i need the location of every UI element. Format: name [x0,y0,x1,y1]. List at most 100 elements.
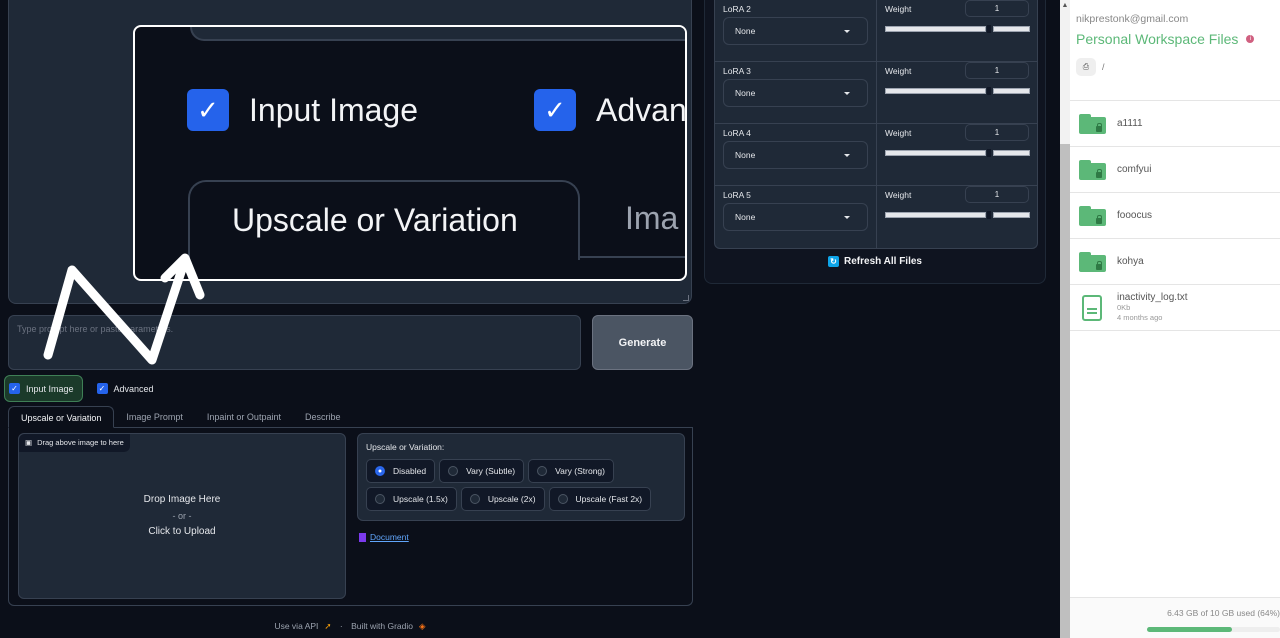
radio-dot [469,494,480,504]
weight-input[interactable]: 1 [965,186,1029,203]
lora-weight-cell: Weight 1 [877,62,1037,123]
callout-prompt-edge [190,27,685,41]
tab-upscale-or-variation[interactable]: Upscale or Variation [8,406,115,428]
callout-tab-active: Upscale or Variation [188,180,580,260]
radio-vary-subtle[interactable]: Vary (Subtle) [439,459,525,483]
weight-input[interactable]: 1 [965,62,1029,79]
fooocus-app: Type prompt here or paste parameters. Ge… [0,0,700,638]
file-meta: inactivity_log.txt 0Kb 4 months ago [1117,292,1188,323]
upscale-variation-group: Upscale or Variation: Disabled Vary (Sub… [357,433,685,521]
radio-dot [375,466,385,476]
radio-upscale-1-5x[interactable]: Upscale (1.5x) [366,487,457,511]
file-list: a1111 comfyui fooocus kohya inactivity_l… [1070,100,1280,331]
weight-input[interactable]: 1 [965,0,1029,17]
image-upload-dropzone[interactable]: ▣ Drag above image to here Drop Image He… [18,433,346,599]
input-image-checkbox[interactable]: ✓ Input Image [4,375,83,402]
radio-label: Upscale (1.5x) [393,494,448,504]
info-icon[interactable]: i [1246,35,1255,43]
lora-label: LoRA 4 [723,128,751,138]
radio-label: Disabled [393,466,427,476]
weight-slider[interactable] [885,211,1030,219]
radio-vary-strong[interactable]: Vary (Strong) [528,459,614,483]
radio-disabled[interactable]: Disabled [366,459,436,483]
item-name: comfyui [1117,164,1152,175]
refresh-all-files-button[interactable]: ↻ Refresh All Files [705,256,1045,267]
chevron-down-icon [844,216,850,219]
lora-model-cell: LoRA 3 None [715,62,877,123]
radio-label: Vary (Strong) [555,466,605,476]
lora-label: LoRA 2 [723,4,751,14]
rocket-icon: ➚ [324,621,332,631]
lora-model-cell: LoRA 5 None [715,186,877,248]
slider-track [993,150,1030,156]
use-via-api-link[interactable]: Use via API [274,621,318,631]
lora-panel: LoRA 2 None Weight 1 LoRA 3 None Weight [704,0,1046,284]
item-name: fooocus [1117,210,1153,221]
scrollbar[interactable]: ▲ [1060,0,1070,638]
slider-fill [885,212,987,218]
radio-label: Vary (Subtle) [466,466,516,476]
callout-advanced-checkbox: ✓ Advan [534,89,685,131]
folder-item[interactable]: a1111 [1070,101,1280,147]
slider-thumb[interactable] [987,87,992,95]
slider-track [993,212,1030,218]
prompt-input[interactable]: Type prompt here or paste parameters. [8,315,581,370]
locked-folder-icon [1079,159,1106,180]
radio-upscale-2x[interactable]: Upscale (2x) [460,487,545,511]
check-icon: ✓ [9,383,20,394]
callout-label: Input Image [249,91,418,128]
slider-thumb[interactable] [987,149,992,157]
weight-slider[interactable] [885,87,1030,95]
file-item[interactable]: inactivity_log.txt 0Kb 4 months ago [1070,285,1280,331]
checkbox-label: Input Image [26,383,74,394]
chevron-down-icon [844,30,850,33]
tab-inpaint-or-outpaint[interactable]: Inpaint or Outpaint [195,406,293,427]
radio-dot [557,494,568,504]
folder-item[interactable]: kohya [1070,239,1280,285]
workspace-title-text: Personal Workspace Files [1076,31,1239,47]
slider-track [993,26,1030,32]
generate-button[interactable]: Generate [592,315,693,370]
lora-model-dropdown[interactable]: None [723,203,868,231]
lora-table: LoRA 2 None Weight 1 LoRA 3 None Weight [714,0,1038,249]
text-file-icon [1082,294,1102,321]
folder-item[interactable]: comfyui [1070,147,1280,193]
slider-thumb[interactable] [987,25,992,33]
scroll-up-icon[interactable]: ▲ [1060,0,1070,12]
weight-slider[interactable] [885,25,1030,33]
lora-model-dropdown[interactable]: None [723,141,868,169]
callout-input-image-checkbox: ✓ Input Image [187,89,418,131]
lora-model-dropdown[interactable]: None [723,17,868,45]
path-breadcrumb: ⎙ / [1076,58,1105,76]
gradio-logo-icon: ◈ [419,621,426,631]
lora-row: LoRA 2 None Weight 1 [715,0,1037,62]
lora-model-value: None [735,26,756,36]
tab-describe[interactable]: Describe [293,406,353,427]
radio-label: Upscale (Fast 2x) [575,494,643,504]
weight-input[interactable]: 1 [965,124,1029,141]
check-icon: ✓ [96,383,108,394]
refresh-label: Refresh All Files [844,256,922,267]
folder-item[interactable]: fooocus [1070,193,1280,239]
weight-slider[interactable] [885,149,1030,157]
radio-upscale-fast-2x[interactable]: Upscale (Fast 2x) [548,487,652,511]
file-modified: 4 months ago [1117,313,1163,322]
check-icon: ✓ [187,89,229,131]
option-checkboxes: ✓ Input Image ✓ Advanced [4,375,162,402]
built-with-gradio-link[interactable]: Built with Gradio [351,621,413,631]
tab-image-prompt[interactable]: Image Prompt [114,406,195,427]
book-icon [359,532,366,542]
lora-weight-cell: Weight 1 [877,124,1037,185]
footer: Use via API ➚ · Built with Gradio ◈ [0,614,700,638]
input-tabs: Upscale or Variation Image Prompt Inpain… [8,406,693,428]
advanced-checkbox[interactable]: ✓ Advanced [93,375,162,402]
callout-tab-line [580,256,685,258]
slider-fill [885,150,987,156]
drive-icon[interactable]: ⎙ [1076,58,1096,76]
slider-thumb[interactable] [987,211,992,219]
chevron-down-icon [844,154,850,157]
document-link[interactable]: Document [359,532,409,542]
lora-model-dropdown[interactable]: None [723,79,868,107]
checkbox-label: Advanced [113,383,154,394]
resize-handle[interactable] [683,295,689,301]
